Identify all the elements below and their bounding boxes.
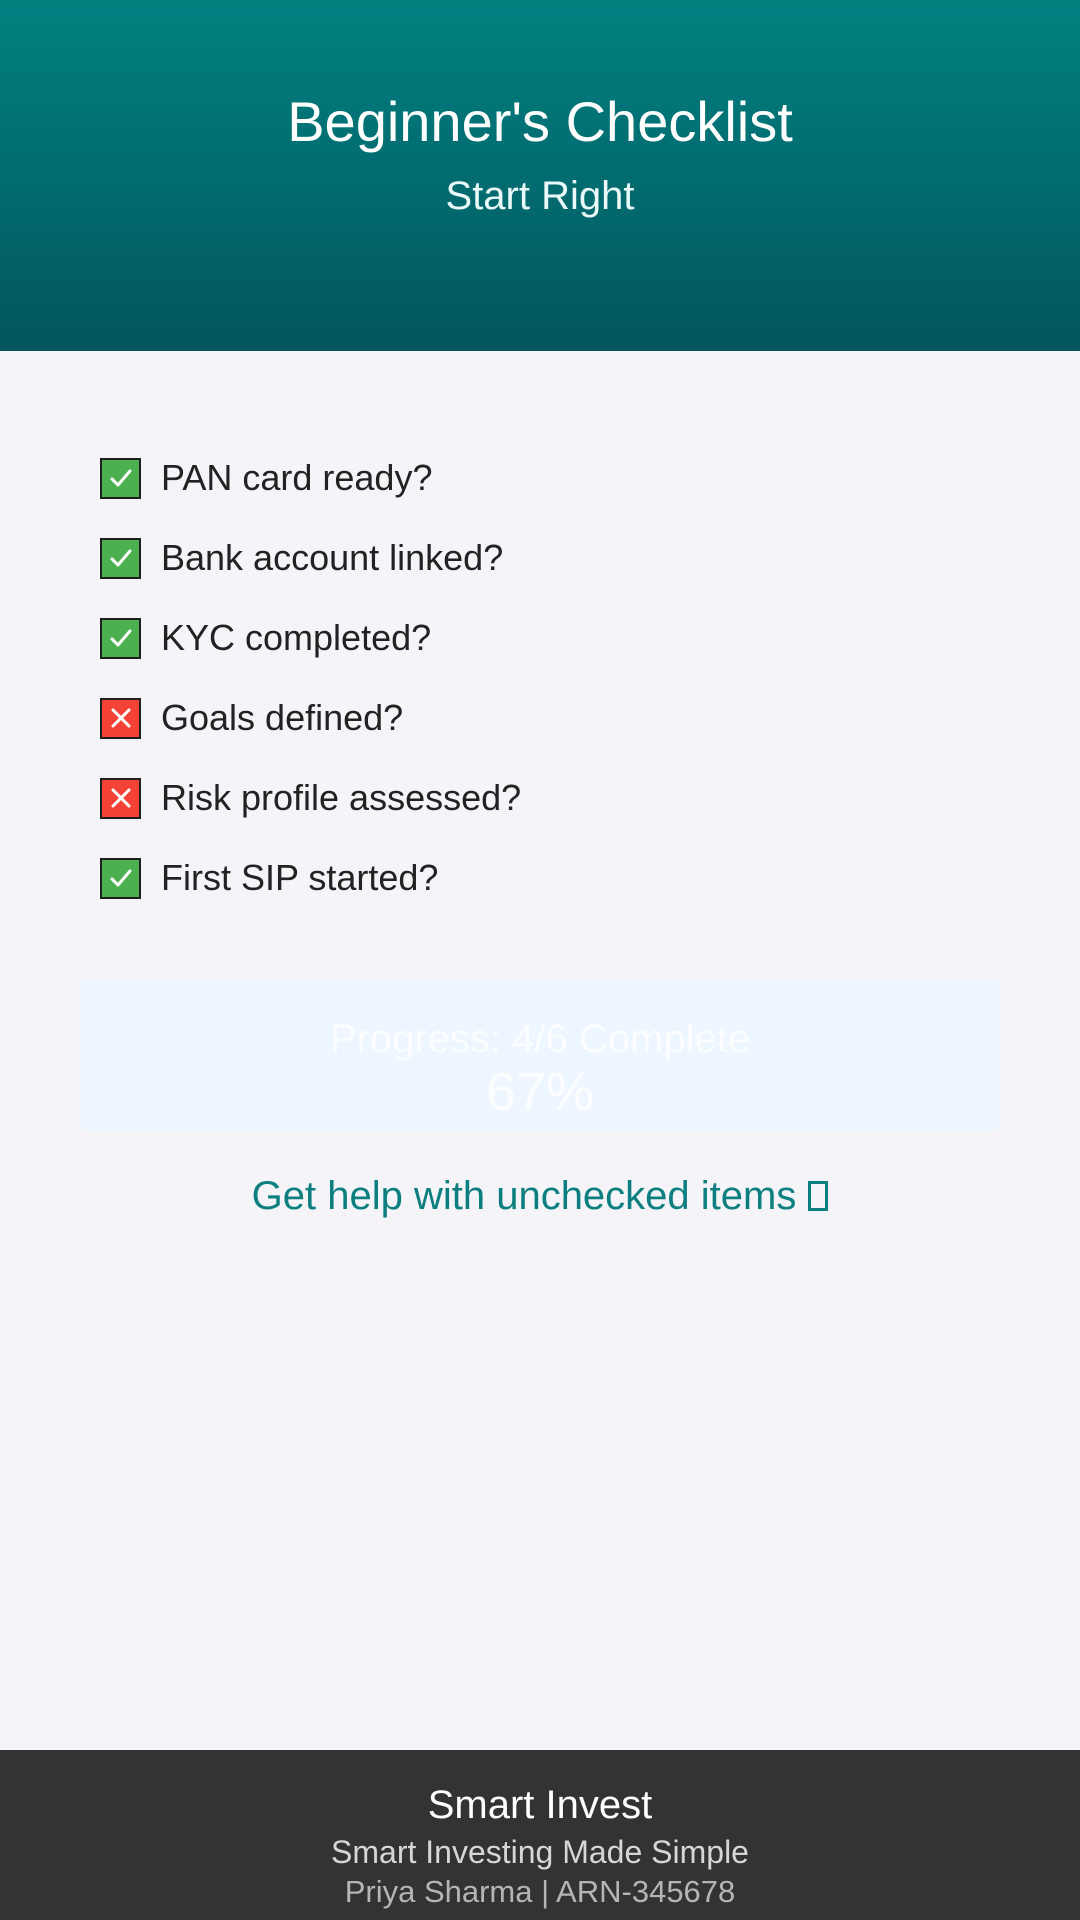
checklist-item-label: KYC completed?: [161, 617, 432, 658]
checkbox-checked[interactable]: [100, 617, 141, 659]
help-link-label: Get help with unchecked items: [251, 1174, 797, 1218]
checklist-item[interactable]: KYC completed?: [100, 598, 980, 678]
page-title: Beginner's Checklist: [287, 90, 793, 153]
checkbox-unchecked[interactable]: [100, 697, 141, 739]
check-icon: [110, 869, 131, 887]
footer: Smart Invest Smart Investing Made Simple…: [0, 1750, 1080, 1920]
checklist-item-label: PAN card ready?: [161, 457, 433, 498]
cross-icon: [111, 708, 130, 728]
check-icon: [110, 469, 131, 487]
checkbox-unchecked[interactable]: [100, 777, 141, 819]
page-subtitle: Start Right: [445, 174, 635, 218]
footer-brand: Smart Invest: [427, 1783, 653, 1827]
external-link-icon: [808, 1181, 829, 1211]
checkbox-checked[interactable]: [100, 537, 141, 579]
cross-icon: [111, 788, 130, 808]
checklist-item[interactable]: Bank account linked?: [100, 518, 980, 598]
checklist-item[interactable]: Risk profile assessed?: [100, 758, 980, 838]
checkbox-checked[interactable]: [100, 457, 141, 499]
page: Beginner's Checklist Start Right PAN car…: [0, 0, 1080, 1920]
header: Beginner's Checklist Start Right: [0, 0, 1080, 351]
checkbox-checked[interactable]: [100, 857, 141, 899]
checklist-item-label: Risk profile assessed?: [161, 777, 522, 818]
checklist-item-label: Bank account linked?: [161, 537, 504, 578]
progress-card: Progress: 4/6 Complete 67%: [80, 980, 1000, 1130]
progress-percent: 67%: [485, 1062, 595, 1122]
checklist-item-label: Goals defined?: [161, 697, 404, 738]
checklist: PAN card ready? Bank account linked? KYC c…: [100, 438, 980, 918]
footer-tagline: Smart Investing Made Simple: [331, 1834, 749, 1870]
checklist-item[interactable]: PAN card ready?: [100, 438, 980, 518]
check-icon: [110, 629, 131, 647]
checklist-item[interactable]: Goals defined?: [100, 678, 980, 758]
progress-text: Progress: 4/6 Complete: [329, 1017, 751, 1061]
check-icon: [110, 549, 131, 567]
checklist-item[interactable]: First SIP started?: [100, 838, 980, 918]
footer-advisor: Priya Sharma | ARN-345678: [344, 1874, 736, 1909]
checklist-item-label: First SIP started?: [161, 857, 439, 898]
help-link[interactable]: Get help with unchecked items: [0, 1170, 1080, 1222]
